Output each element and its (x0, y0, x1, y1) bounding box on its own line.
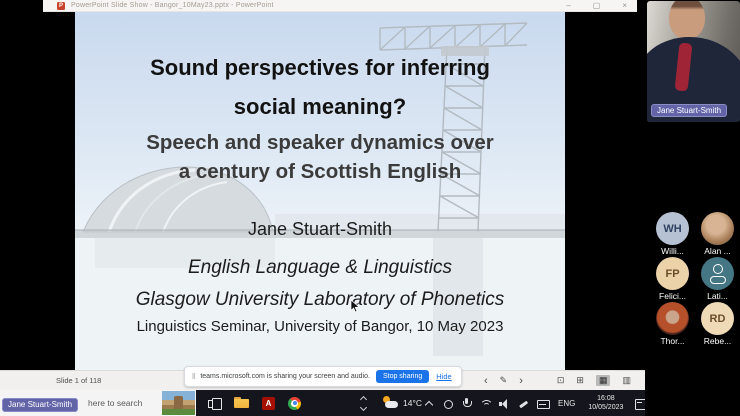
participant-tile[interactable]: Thor... (650, 302, 695, 347)
initials-avatar: WH (656, 212, 689, 245)
slide-subtitle-line1: Speech and speaker dynamics over (146, 131, 494, 154)
slide-title-line2: social meaning? (233, 94, 407, 119)
presenter-view-button[interactable]: ▥ (622, 375, 631, 386)
photo-avatar (656, 302, 689, 335)
presenter-head (669, 1, 705, 39)
screen-share-banner: ‖ teams.microsoft.com is sharing your sc… (184, 366, 462, 387)
teams-sidebar: Jane Stuart-Smith WH Willi... Alan ... F… (645, 0, 740, 416)
file-explorer-icon[interactable] (234, 397, 249, 409)
participant-tile[interactable]: FP Felici... (650, 257, 695, 302)
window-title: PowerPoint Slide Show - Bangor_10May23.p… (71, 2, 274, 9)
maximize-button[interactable]: ▢ (593, 0, 601, 12)
participant-tile[interactable]: WH Willi... (650, 212, 695, 257)
participant-name: Lati... (707, 291, 728, 301)
participant-tile[interactable]: RD Rebe... (695, 302, 740, 347)
taskbar-overflow-arrows[interactable] (359, 395, 368, 411)
participant-name: Rebe... (703, 336, 732, 346)
clock[interactable]: 16:08 10/05/2023 (588, 394, 623, 412)
touch-keyboard-icon[interactable] (536, 396, 550, 411)
next-slide-button[interactable]: › (519, 374, 523, 388)
pen-tray-icon[interactable] (517, 396, 530, 411)
participant-name: Felici... (659, 291, 686, 301)
subtitles-toggle-button[interactable]: ⊡ (557, 375, 565, 386)
powerpoint-titlebar: P PowerPoint Slide Show - Bangor_10May23… (43, 0, 637, 12)
presenter-video-tile[interactable]: Jane Stuart-Smith (647, 1, 740, 122)
task-view-icon[interactable] (208, 397, 222, 410)
participant-name: Thor... (660, 336, 685, 346)
microphone-tray-icon[interactable] (460, 396, 473, 411)
adobe-acrobat-icon[interactable]: A (262, 396, 275, 410)
minimize-button[interactable]: – (566, 0, 570, 12)
slide-counter: Slide 1 of 118 (56, 376, 102, 385)
initials-avatar: RD (701, 302, 734, 335)
close-button[interactable]: × (622, 0, 627, 12)
slide-venue: Linguistics Seminar, University of Bango… (136, 318, 504, 335)
screen: P PowerPoint Slide Show - Bangor_10May23… (0, 0, 740, 416)
slide-canvas: Sound perspectives for inferring social … (75, 12, 565, 370)
search-highlight-image[interactable] (162, 391, 195, 415)
teams-tray-icon[interactable] (441, 396, 454, 411)
participants-grid: WH Willi... Alan ... FP Felici... Lati..… (650, 212, 740, 347)
search-text: here to search (88, 398, 143, 408)
drag-handle-icon[interactable]: ‖ (192, 372, 195, 381)
stop-sharing-button[interactable]: Stop sharing (375, 370, 430, 383)
zoom-slide-button[interactable]: ▦ (595, 375, 611, 386)
mouse-cursor (350, 300, 360, 313)
participant-name: Alan ... (704, 246, 731, 256)
see-all-slides-button[interactable]: ⊞ (576, 375, 584, 386)
participant-tile[interactable]: Alan ... (695, 212, 740, 257)
language-indicator[interactable]: ENG (558, 399, 575, 408)
slide-author: Jane Stuart-Smith (247, 219, 393, 239)
slide-subtitle-line2: a century of Scottish English (178, 160, 462, 183)
video-name-tag: Jane Stuart-Smith (651, 104, 728, 117)
annotate-pen-button[interactable]: ✎ (500, 375, 508, 386)
powerpoint-icon: P (57, 1, 65, 10)
photo-avatar (701, 212, 734, 245)
weather-temperature[interactable]: 14°C (403, 398, 422, 408)
presenter-name-tag: Jane Stuart-Smith (2, 398, 79, 412)
volume-tray-icon[interactable] (498, 396, 511, 411)
chrome-icon[interactable] (288, 396, 301, 410)
slide-title-line1: Sound perspectives for inferring (150, 55, 490, 80)
hide-banner-link[interactable]: Hide (436, 372, 451, 381)
initials-avatar: FP (656, 257, 689, 290)
clock-time: 16:08 (597, 395, 615, 402)
share-message: teams.microsoft.com is sharing your scre… (200, 373, 370, 380)
show-hidden-icons-chevron[interactable] (422, 396, 435, 411)
previous-slide-button[interactable]: ‹ (484, 374, 488, 388)
participant-name: Willi... (661, 246, 684, 256)
slide-affiliation-line1: English Language & Linguistics (187, 257, 453, 278)
wifi-tray-icon[interactable] (479, 396, 493, 411)
participant-tile[interactable]: Lati... (695, 257, 740, 302)
weather-icon[interactable] (382, 396, 399, 410)
person-icon-avatar (701, 257, 734, 290)
taskbar: here to search Jane Stuart-Smith A 14°C … (0, 390, 647, 416)
clock-date: 10/05/2023 (588, 404, 624, 411)
slide-affiliation-line2: Glasgow University Laboratory of Phoneti… (135, 289, 505, 310)
